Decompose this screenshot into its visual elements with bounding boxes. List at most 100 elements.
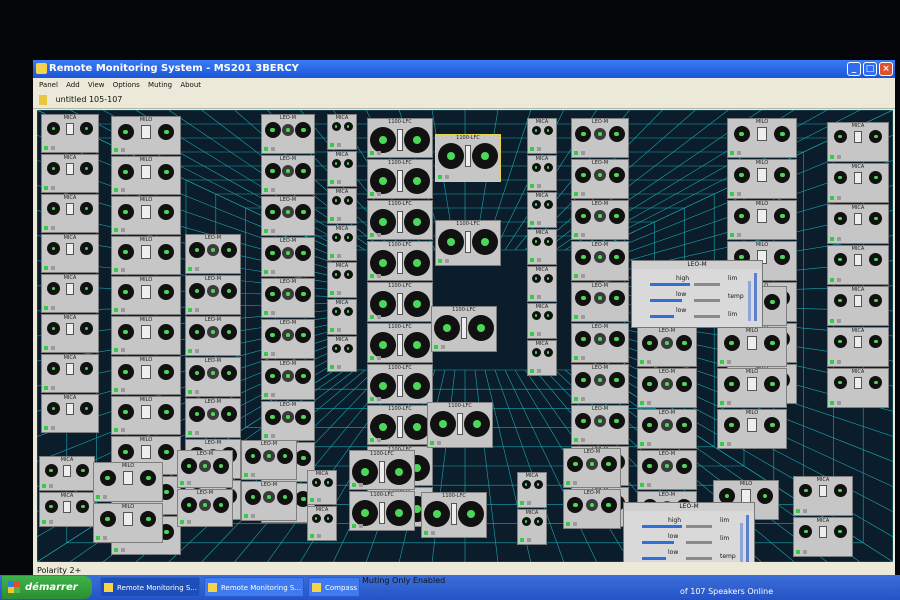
leo-module[interactable]: LEO-M <box>571 323 629 363</box>
mica-module[interactable]: MICA <box>41 234 99 273</box>
milo-module[interactable]: MILO <box>727 200 797 240</box>
leo-module[interactable]: LEO-M <box>571 241 629 281</box>
leo-module[interactable]: LEO-M <box>185 275 241 315</box>
milo-module[interactable]: MILO <box>111 196 181 235</box>
minimize-button[interactable]: _ <box>847 62 861 76</box>
leo-module[interactable]: LEO-M <box>261 237 315 277</box>
leo-module[interactable]: LEO-M <box>571 405 629 445</box>
milo-module[interactable]: MILO <box>717 327 787 367</box>
leo-module[interactable]: LEO-M <box>571 200 629 240</box>
mica-module[interactable]: MICA <box>41 114 99 153</box>
leo-module[interactable]: LEO-M <box>637 450 697 490</box>
leo-module[interactable]: LEO-M <box>241 481 297 521</box>
close-button[interactable]: × <box>879 62 893 76</box>
lfc-module[interactable]: 1100-LFC <box>367 200 433 240</box>
fader-slider[interactable] <box>746 515 749 562</box>
lfc-module[interactable]: 1100-LFC <box>367 241 433 281</box>
leo-module[interactable]: LEO-M <box>571 159 629 199</box>
leo-module[interactable]: LEO-M <box>637 409 697 449</box>
mica-module[interactable]: MICA <box>41 274 99 313</box>
mica-module[interactable]: MICA <box>307 470 337 505</box>
mica-module[interactable]: MICA <box>827 286 889 326</box>
milo-module[interactable]: MILO <box>93 462 163 502</box>
mica-module[interactable]: MICA <box>327 225 357 261</box>
lfc-module[interactable]: 1100-LFC <box>349 450 415 490</box>
leo-module[interactable]: LEO-M <box>637 327 697 367</box>
mica-module[interactable]: MICA <box>39 456 95 491</box>
mica-module[interactable]: MICA <box>793 517 853 557</box>
menu-about[interactable]: About <box>180 81 201 89</box>
mica-module[interactable]: MICA <box>827 368 889 408</box>
lfc-module[interactable]: 1100-LFC <box>367 405 433 445</box>
menu-muting[interactable]: Muting <box>148 81 172 89</box>
mica-module[interactable]: MICA <box>41 314 99 353</box>
leo-module[interactable]: LEO-M <box>185 234 241 274</box>
mica-module[interactable]: MICA <box>327 114 357 150</box>
milo-module[interactable]: MILO <box>111 276 181 315</box>
leo-control-panel[interactable]: LEO-M high low low lim lim temp <box>623 502 755 562</box>
leo-module[interactable]: LEO-M <box>637 368 697 408</box>
leo-module[interactable]: LEO-M <box>571 118 629 158</box>
milo-module[interactable]: MILO <box>111 356 181 395</box>
mica-module[interactable]: MICA <box>527 155 557 191</box>
leo-module[interactable]: LEO-M <box>261 278 315 318</box>
mica-module[interactable]: MICA <box>793 476 853 516</box>
mica-module[interactable]: MICA <box>527 192 557 228</box>
mica-module[interactable]: MICA <box>527 266 557 302</box>
menu-panel[interactable]: Panel <box>39 81 58 89</box>
lfc-module[interactable]: 1100-LFC <box>367 323 433 363</box>
milo-module[interactable]: MILO <box>111 316 181 355</box>
mica-module[interactable]: MICA <box>827 327 889 367</box>
leo-module[interactable]: LEO-M <box>563 448 621 488</box>
milo-module[interactable]: MILO <box>717 409 787 449</box>
leo-module[interactable]: LEO-M <box>177 450 233 488</box>
mica-module[interactable]: MICA <box>517 509 547 545</box>
menu-options[interactable]: Options <box>113 81 140 89</box>
leo-module[interactable]: LEO-M <box>571 364 629 404</box>
mica-module[interactable]: MICA <box>527 303 557 339</box>
mica-module[interactable]: MICA <box>327 262 357 298</box>
lfc-module[interactable]: 1100-LFC <box>435 220 501 266</box>
leo-module[interactable]: LEO-M <box>571 282 629 322</box>
mica-module[interactable]: MICA <box>827 122 889 162</box>
mica-module[interactable]: MICA <box>41 354 99 393</box>
task-compass[interactable]: Compass - Main Wind... <box>308 577 360 597</box>
menu-add[interactable]: Add <box>66 81 80 89</box>
mica-module[interactable]: MICA <box>327 299 357 335</box>
lfc-module[interactable]: 1100-LFC <box>427 402 493 448</box>
lfc-module[interactable]: 1100-LFC <box>431 306 497 352</box>
lfc-module[interactable]: 1100-LFC <box>367 282 433 322</box>
menu-view[interactable]: View <box>88 81 105 89</box>
leo-module[interactable]: LEO-M <box>185 357 241 397</box>
leo-module[interactable]: LEO-M <box>261 401 315 441</box>
mica-module[interactable]: MICA <box>827 163 889 203</box>
leo-module[interactable]: LEO-M <box>261 319 315 359</box>
monitoring-canvas[interactable]: MICA MICA MICA MICA MICA MICA MICA MICA MILO MILO… <box>37 110 893 562</box>
leo-module[interactable]: LEO-M <box>241 440 297 480</box>
milo-module[interactable]: MILO <box>111 116 181 155</box>
leo-module[interactable]: LEO-M <box>177 489 233 527</box>
milo-module[interactable]: MILO <box>727 118 797 158</box>
leo-module[interactable]: LEO-M <box>261 196 315 236</box>
lfc-module[interactable]: 1100-LFC <box>421 492 487 538</box>
task-remote-monitoring-1[interactable]: Remote Monitoring S... <box>100 577 200 597</box>
fader-slider[interactable] <box>748 281 751 321</box>
mica-module[interactable]: MICA <box>527 229 557 265</box>
lfc-module[interactable]: 1100-LFC <box>367 364 433 404</box>
fader-slider[interactable] <box>754 273 757 321</box>
mica-module[interactable]: MICA <box>827 204 889 244</box>
title-bar[interactable]: Remote Monitoring System - MS201 3BERCY … <box>33 60 895 78</box>
start-button[interactable]: démarrer <box>2 576 92 599</box>
lfc-module[interactable]: 1100-LFC <box>367 159 433 199</box>
mica-module[interactable]: MICA <box>307 506 337 541</box>
fader-slider[interactable] <box>740 523 743 562</box>
leo-module[interactable]: LEO-M <box>185 316 241 356</box>
leo-module[interactable]: LEO-M <box>261 360 315 400</box>
milo-module[interactable]: MILO <box>717 368 787 408</box>
mica-module[interactable]: MICA <box>527 118 557 154</box>
lfc-module[interactable]: 1100-LFC <box>349 491 415 531</box>
mica-module[interactable]: MICA <box>327 151 357 187</box>
file-icon[interactable] <box>39 94 47 105</box>
mica-module[interactable]: MICA <box>41 394 99 433</box>
mica-module[interactable]: MICA <box>41 154 99 193</box>
